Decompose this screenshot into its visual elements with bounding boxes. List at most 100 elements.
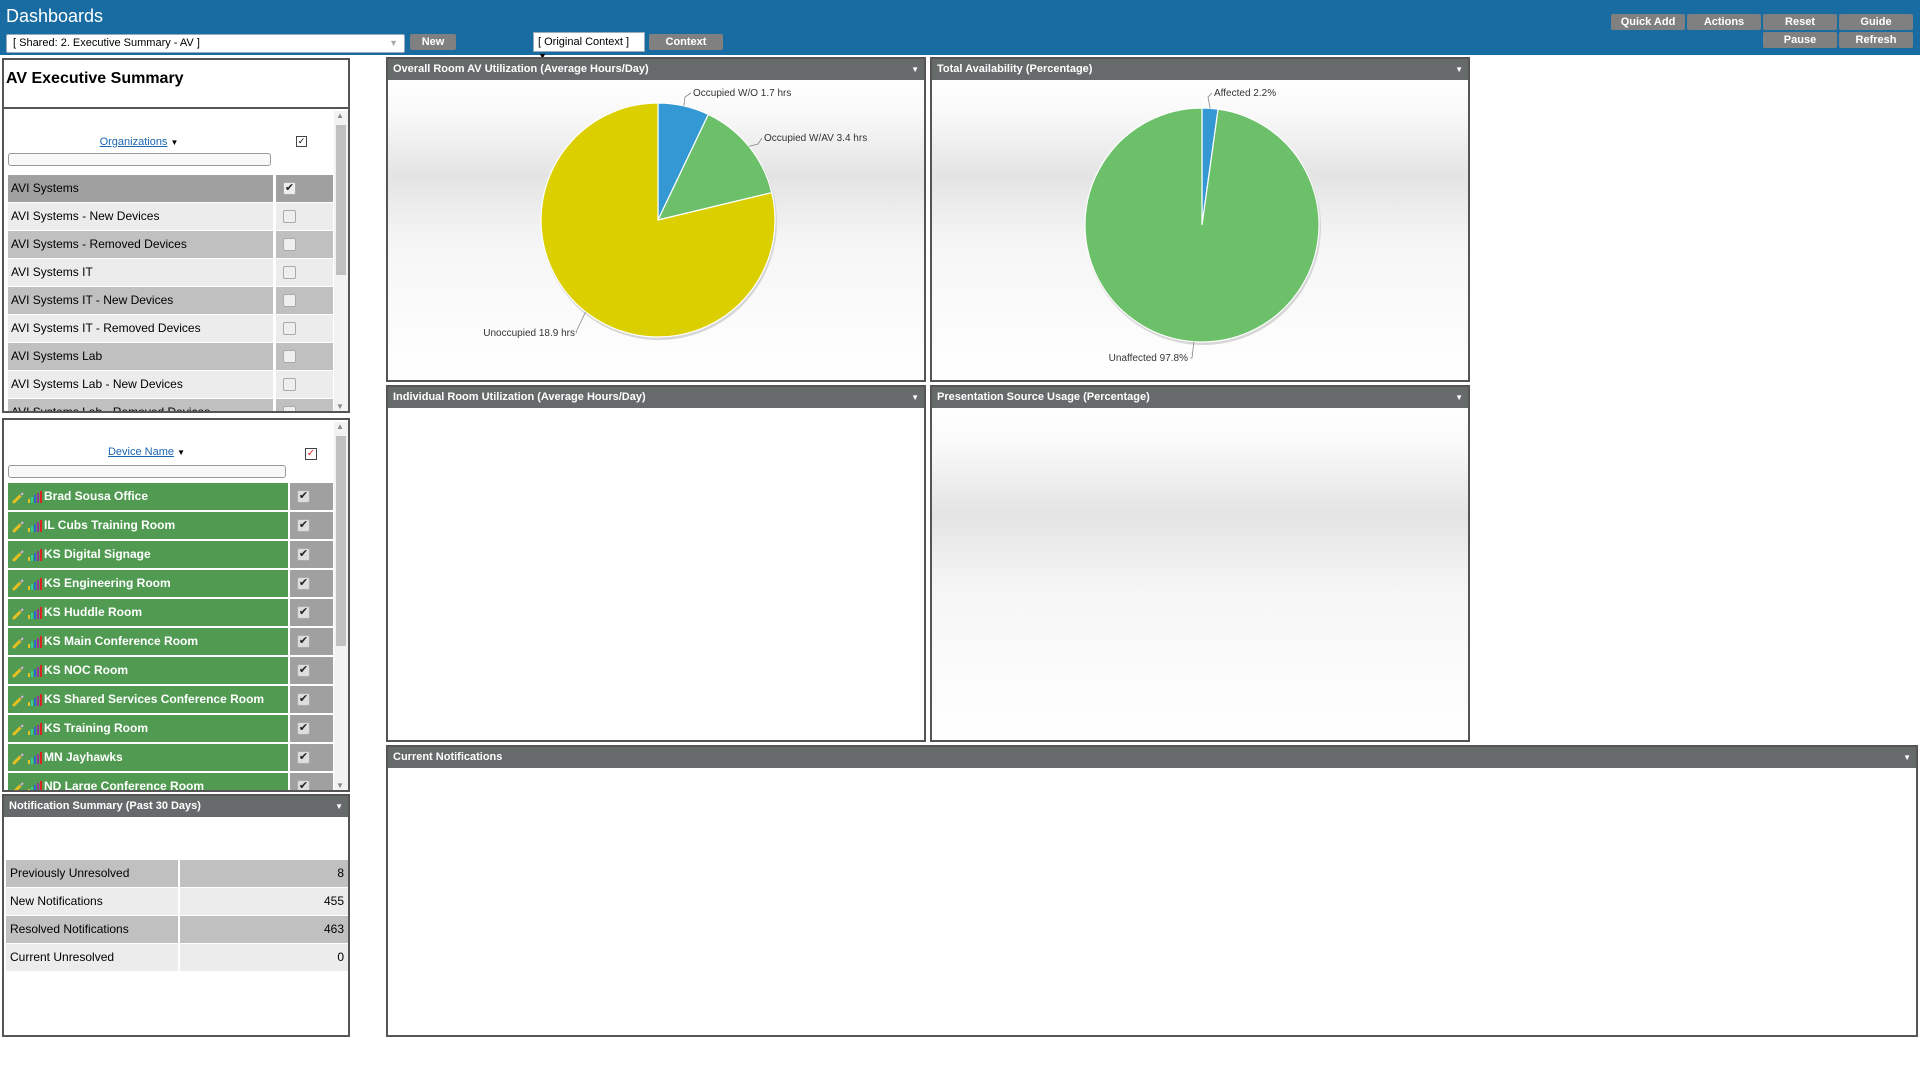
device-row[interactable]: KS Digital Signage ✔: [8, 541, 333, 569]
wrench-icon[interactable]: [12, 606, 26, 620]
device-name[interactable]: Brad Sousa Office: [44, 489, 148, 503]
organization-row[interactable]: AVI Systems IT - New Devices: [8, 287, 333, 315]
wrench-icon[interactable]: [12, 664, 26, 678]
dropdown-icon[interactable]: ▼: [1903, 750, 1911, 765]
signal-bars-icon[interactable]: [28, 549, 42, 561]
device-checkbox[interactable]: ✔: [297, 490, 310, 503]
new-button[interactable]: New: [410, 34, 456, 50]
organizations-scrollbar[interactable]: ▲ ▼: [334, 111, 348, 411]
organizations-column-header[interactable]: Organizations: [100, 136, 168, 148]
organization-checkbox[interactable]: ✔: [283, 182, 296, 195]
organization-checkbox[interactable]: [283, 238, 296, 251]
dropdown-icon[interactable]: ▼: [1455, 390, 1463, 405]
pie-slice-unaffected[interactable]: [1084, 107, 1320, 343]
signal-bars-icon[interactable]: [28, 694, 42, 706]
dropdown-icon[interactable]: ▼: [335, 799, 343, 814]
device-row[interactable]: KS Shared Services Conference Room ✔: [8, 686, 333, 714]
device-name[interactable]: KS Shared Services Conference Room: [44, 692, 264, 706]
organization-checkbox[interactable]: [283, 294, 296, 307]
device-name[interactable]: IL Cubs Training Room: [44, 518, 175, 532]
reset-button[interactable]: Reset: [1763, 14, 1837, 30]
actions-button[interactable]: Actions: [1687, 14, 1761, 30]
organization-checkbox[interactable]: [283, 210, 296, 223]
device-name[interactable]: MN Jayhawks: [44, 750, 123, 764]
device-name[interactable]: ND Large Conference Room: [44, 779, 204, 790]
select-all-checkbox[interactable]: ✓: [296, 136, 307, 147]
organization-row[interactable]: AVI Systems Lab - Removed Devices: [8, 399, 333, 411]
signal-bars-icon[interactable]: [28, 636, 42, 648]
wrench-icon[interactable]: [12, 577, 26, 591]
organization-name[interactable]: AVI Systems IT: [8, 259, 273, 286]
device-checkbox[interactable]: ✔: [297, 780, 310, 790]
signal-bars-icon[interactable]: [28, 491, 42, 503]
signal-bars-icon[interactable]: [28, 520, 42, 532]
device-name[interactable]: KS Digital Signage: [44, 547, 151, 561]
device-name[interactable]: KS Main Conference Room: [44, 634, 198, 648]
device-checkbox[interactable]: ✔: [297, 635, 310, 648]
signal-bars-icon[interactable]: [28, 723, 42, 735]
signal-bars-icon[interactable]: [28, 781, 42, 792]
scroll-thumb[interactable]: [336, 436, 346, 646]
device-checkbox[interactable]: ✔: [297, 664, 310, 677]
devices-scrollbar[interactable]: ▲ ▼: [334, 422, 348, 790]
device-checkbox[interactable]: ✔: [297, 693, 310, 706]
device-row[interactable]: KS Training Room ✔: [8, 715, 333, 743]
device-checkbox[interactable]: ✔: [297, 606, 310, 619]
dashboard-select[interactable]: [ Shared: 2. Executive Summary - AV ] ▼: [6, 34, 405, 53]
device-row[interactable]: KS Huddle Room ✔: [8, 599, 333, 627]
organization-name[interactable]: AVI Systems Lab: [8, 343, 273, 370]
scroll-down-icon[interactable]: ▼: [336, 781, 344, 790]
signal-bars-icon[interactable]: [28, 578, 42, 590]
organization-checkbox[interactable]: [283, 406, 296, 411]
organization-checkbox[interactable]: [283, 350, 296, 363]
wrench-icon[interactable]: [12, 780, 26, 792]
wrench-icon[interactable]: [12, 635, 26, 649]
signal-bars-icon[interactable]: [28, 665, 42, 677]
device-row[interactable]: Brad Sousa Office ✔: [8, 483, 333, 511]
scroll-down-icon[interactable]: ▼: [336, 402, 344, 411]
device-checkbox[interactable]: ✔: [297, 577, 310, 590]
wrench-icon[interactable]: [12, 490, 26, 504]
organization-checkbox[interactable]: [283, 266, 296, 279]
organization-name[interactable]: AVI Systems IT - Removed Devices: [8, 315, 273, 342]
signal-bars-icon[interactable]: [28, 752, 42, 764]
wrench-icon[interactable]: [12, 519, 26, 533]
device-name[interactable]: KS Huddle Room: [44, 605, 142, 619]
device-name[interactable]: KS Engineering Room: [44, 576, 171, 590]
device-row[interactable]: IL Cubs Training Room ✔: [8, 512, 333, 540]
wrench-icon[interactable]: [12, 751, 26, 765]
refresh-button[interactable]: Refresh: [1839, 32, 1913, 48]
organization-row[interactable]: AVI Systems Lab: [8, 343, 333, 371]
organization-checkbox[interactable]: [283, 322, 296, 335]
pause-button[interactable]: Pause: [1763, 32, 1837, 48]
device-filter-input[interactable]: [8, 465, 286, 478]
dropdown-icon[interactable]: ▼: [911, 390, 919, 405]
device-row[interactable]: KS Engineering Room ✔: [8, 570, 333, 598]
wrench-icon[interactable]: [12, 693, 26, 707]
organizations-filter-input[interactable]: [8, 153, 271, 166]
device-checkbox[interactable]: ✔: [297, 751, 310, 764]
organization-row[interactable]: AVI Systems - Removed Devices: [8, 231, 333, 259]
wrench-icon[interactable]: [12, 722, 26, 736]
scroll-thumb[interactable]: [336, 125, 346, 275]
signal-bars-icon[interactable]: [28, 607, 42, 619]
organization-row[interactable]: AVI Systems - New Devices: [8, 203, 333, 231]
dropdown-icon[interactable]: ▼: [911, 62, 919, 77]
organization-name[interactable]: AVI Systems: [8, 175, 273, 202]
select-all-checkbox[interactable]: ✓: [305, 448, 317, 460]
device-name[interactable]: KS NOC Room: [44, 663, 128, 677]
device-name[interactable]: KS Training Room: [44, 721, 148, 735]
organization-checkbox[interactable]: [283, 378, 296, 391]
quick-add-button[interactable]: Quick Add: [1611, 14, 1685, 30]
organization-name[interactable]: AVI Systems Lab - New Devices: [8, 371, 273, 398]
organization-name[interactable]: AVI Systems - New Devices: [8, 203, 273, 230]
organization-row[interactable]: AVI Systems IT: [8, 259, 333, 287]
device-checkbox[interactable]: ✔: [297, 548, 310, 561]
organization-row[interactable]: AVI Systems Lab - New Devices: [8, 371, 333, 399]
device-row[interactable]: ND Large Conference Room ✔: [8, 773, 333, 792]
device-name-column-header[interactable]: Device Name: [108, 446, 174, 458]
guide-button[interactable]: Guide: [1839, 14, 1913, 30]
context-select[interactable]: [ Original Context ] ▼: [533, 32, 645, 61]
organization-name[interactable]: AVI Systems - Removed Devices: [8, 231, 273, 258]
wrench-icon[interactable]: [12, 548, 26, 562]
